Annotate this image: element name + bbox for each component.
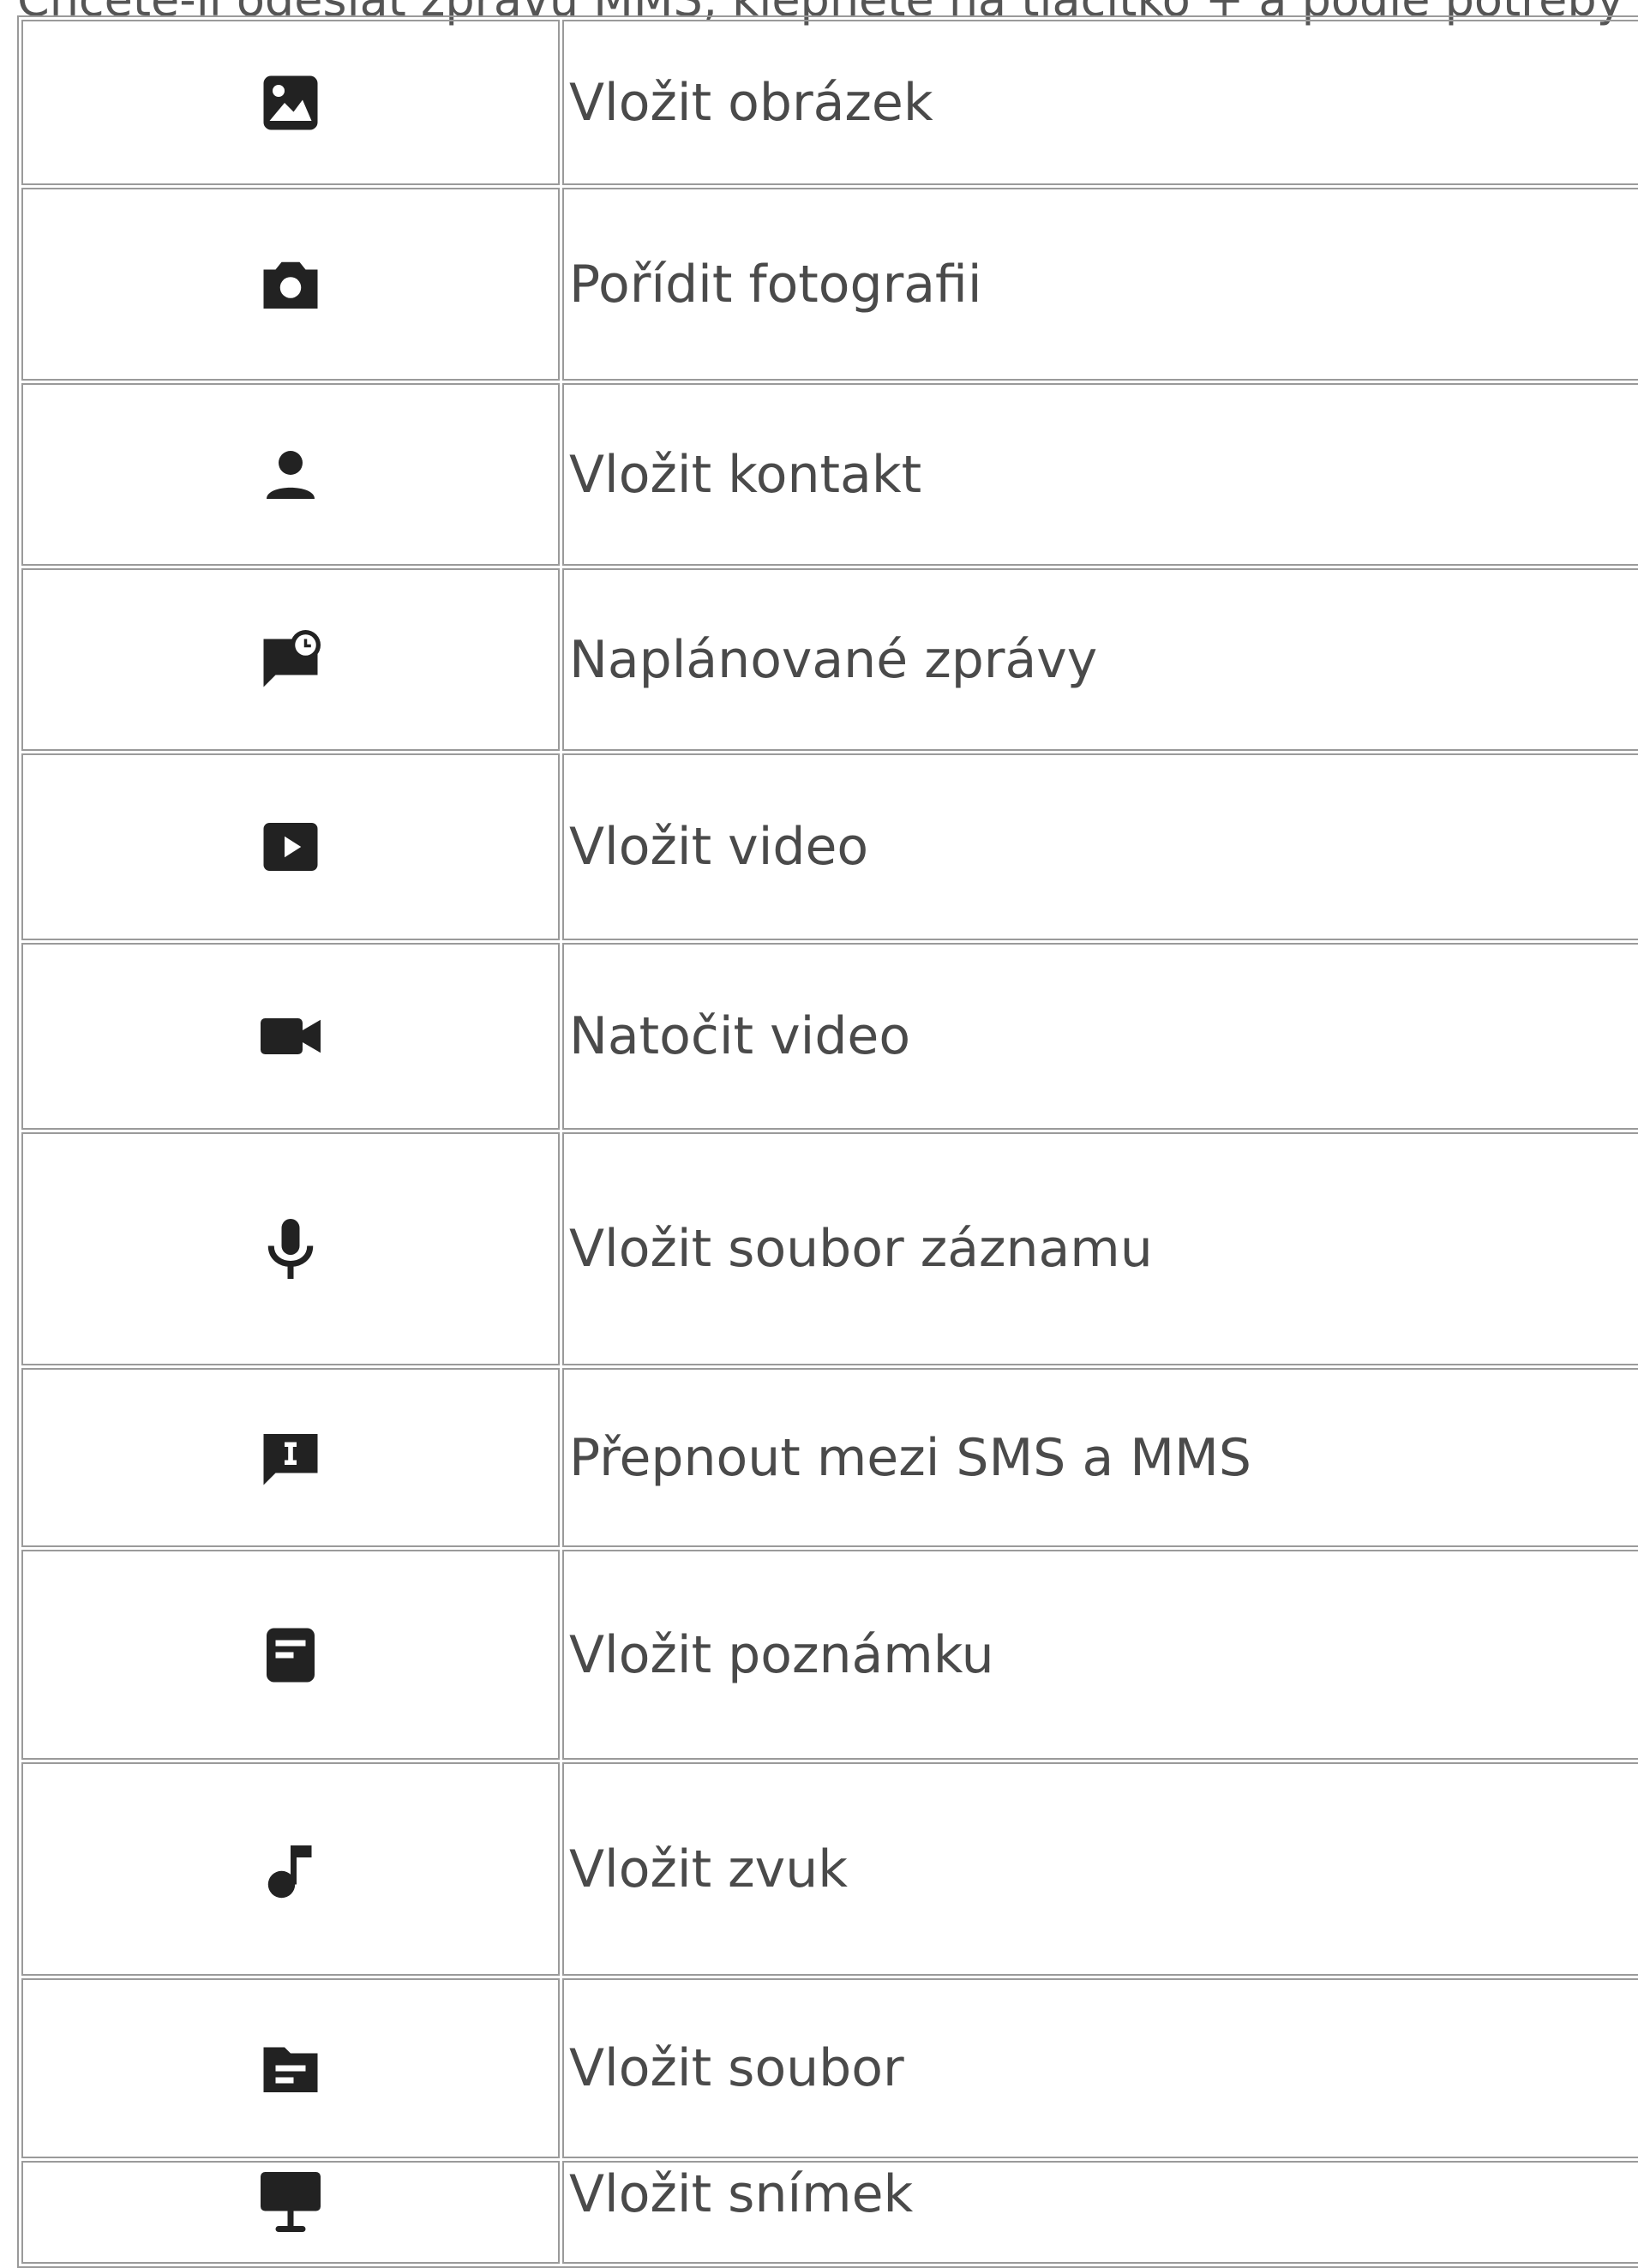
row-label: Vložit zvuk bbox=[562, 1762, 1638, 1976]
row-label: Vložit video bbox=[562, 753, 1638, 940]
sms-mms-switch-icon bbox=[255, 1422, 327, 1494]
table-row: Naplánované zprávy bbox=[21, 568, 1638, 751]
table-row: Vložit soubor bbox=[21, 1978, 1638, 2158]
icon-cell bbox=[21, 2161, 560, 2264]
table-row: Vložit zvuk bbox=[21, 1762, 1638, 1976]
icon-cell bbox=[21, 1132, 560, 1365]
table-row: Vložit video bbox=[21, 753, 1638, 940]
row-label: Vložit kontakt bbox=[562, 383, 1638, 566]
table-row: Vložit poznámku bbox=[21, 1550, 1638, 1760]
icon-cell bbox=[21, 753, 560, 940]
row-label: Vložit poznámku bbox=[562, 1550, 1638, 1760]
row-label: Vložit obrázek bbox=[562, 20, 1638, 185]
row-label: Natočit video bbox=[562, 943, 1638, 1130]
icon-cell bbox=[21, 568, 560, 751]
music-note-icon bbox=[255, 1833, 327, 1905]
table-row: Vložit kontakt bbox=[21, 383, 1638, 566]
attachment-options-table-wrapper: Vložit obrázek Pořídit fotografii Vložit… bbox=[17, 15, 1638, 2268]
row-label: Vložit soubor záznamu bbox=[562, 1132, 1638, 1365]
icon-cell bbox=[21, 943, 560, 1130]
camera-icon bbox=[255, 249, 327, 321]
table-row: Natočit video bbox=[21, 943, 1638, 1130]
icon-cell bbox=[21, 20, 560, 185]
icon-cell bbox=[21, 1762, 560, 1976]
table-row: Přepnout mezi SMS a MMS bbox=[21, 1368, 1638, 1547]
row-label: Vložit soubor bbox=[562, 1978, 1638, 2158]
row-label: Přepnout mezi SMS a MMS bbox=[562, 1368, 1638, 1547]
attachment-options-table: Vložit obrázek Pořídit fotografii Vložit… bbox=[17, 15, 1638, 2268]
video-play-icon bbox=[255, 811, 327, 883]
person-icon bbox=[255, 439, 327, 511]
slide-icon bbox=[255, 2166, 327, 2238]
scheduled-message-icon bbox=[255, 624, 327, 696]
videocam-icon bbox=[255, 1000, 327, 1072]
table-row: Pořídit fotografii bbox=[21, 188, 1638, 381]
row-label: Pořídit fotografii bbox=[562, 188, 1638, 381]
icon-cell bbox=[21, 1368, 560, 1547]
row-label: Naplánované zprávy bbox=[562, 568, 1638, 751]
icon-cell bbox=[21, 1550, 560, 1760]
icon-cell bbox=[21, 1978, 560, 2158]
microphone-icon bbox=[255, 1213, 327, 1285]
image-icon bbox=[255, 67, 327, 139]
icon-cell bbox=[21, 383, 560, 566]
row-label: Vložit snímek bbox=[562, 2161, 1638, 2264]
table-row: Vložit snímek bbox=[21, 2161, 1638, 2264]
note-icon bbox=[255, 1619, 327, 1691]
table-row: Vložit soubor záznamu bbox=[21, 1132, 1638, 1365]
table-row: Vložit obrázek bbox=[21, 20, 1638, 185]
folder-icon bbox=[255, 2032, 327, 2104]
icon-cell bbox=[21, 188, 560, 381]
